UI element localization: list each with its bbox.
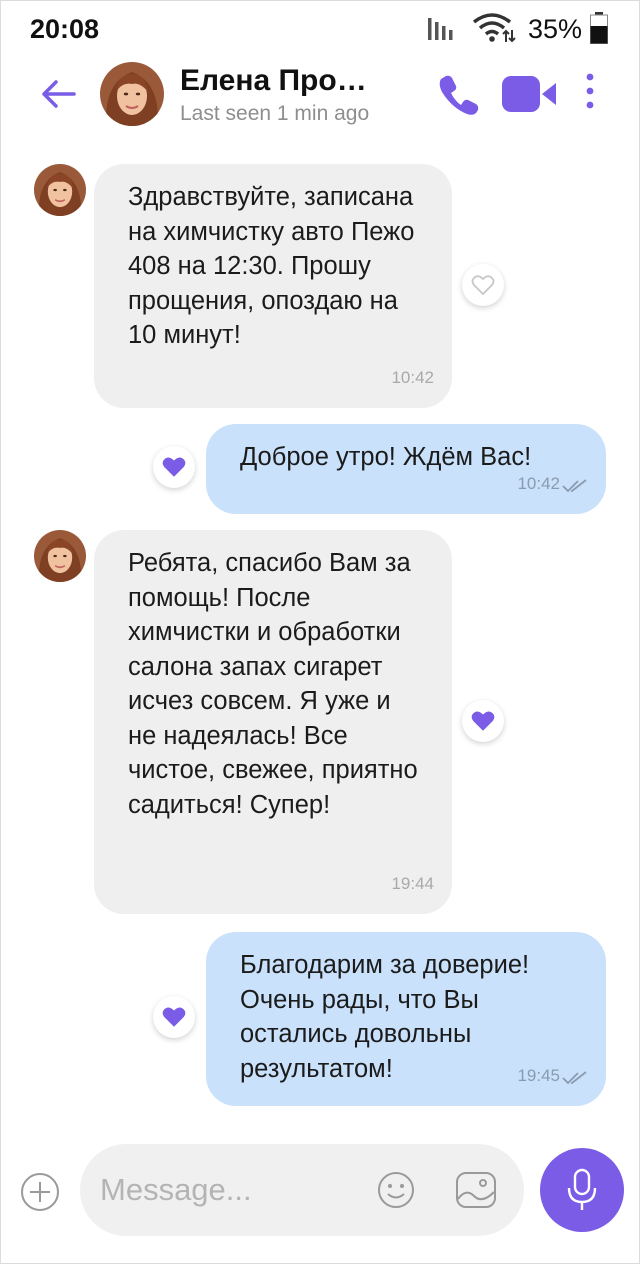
plus-circle-icon[interactable] <box>20 1172 60 1212</box>
like-button[interactable] <box>153 446 195 488</box>
status-bar: 20:08 35% <box>0 0 640 58</box>
status-time: 20:08 <box>30 14 100 44</box>
message-bubble-outgoing[interactable]: Доброе утро! Ждём Вас! 10:42 <box>206 424 606 514</box>
like-button[interactable] <box>462 264 504 306</box>
message-time: 10:42 <box>517 474 560 493</box>
heart-outline-icon <box>471 275 495 296</box>
phone-icon[interactable] <box>436 72 480 116</box>
microphone-button[interactable] <box>540 1148 624 1232</box>
message-time: 19:45 <box>517 1066 560 1085</box>
message-bubble-incoming[interactable]: Ребята, спасибо Вам за помощь! После хим… <box>94 530 452 914</box>
heart-icon <box>162 1007 186 1027</box>
like-button[interactable] <box>153 996 195 1038</box>
back-arrow-icon[interactable] <box>38 74 78 114</box>
wifi-icon <box>472 13 516 43</box>
message-time: 19:44 <box>391 874 434 893</box>
heart-icon <box>162 457 186 477</box>
image-icon[interactable] <box>454 1170 498 1210</box>
more-vertical-icon[interactable] <box>580 72 600 112</box>
sender-avatar[interactable] <box>34 530 86 582</box>
video-camera-icon[interactable] <box>500 74 558 114</box>
heart-icon <box>471 711 495 731</box>
message-bubble-incoming[interactable]: Здравствуйте, записана на химчистку авто… <box>94 164 452 408</box>
message-input[interactable] <box>100 1170 370 1210</box>
microphone-icon <box>567 1168 597 1210</box>
message-text: Доброе утро! Ждём Вас! <box>240 443 532 471</box>
signal-icon <box>428 18 453 40</box>
message-text: Ребята, спасибо Вам за помощь! После хим… <box>128 549 418 819</box>
like-button[interactable] <box>462 700 504 742</box>
message-text: Здравствуйте, записана на химчистку авто… <box>128 183 415 349</box>
message-bubble-outgoing[interactable]: Благодарим за доверие! Очень рады, что В… <box>206 932 606 1106</box>
sender-avatar[interactable] <box>34 164 86 216</box>
last-seen-status: Last seen 1 min ago <box>180 102 370 125</box>
battery-percent: 35% <box>528 14 583 44</box>
double-check-icon <box>562 479 587 493</box>
contact-name[interactable]: Елена Про… <box>180 64 390 98</box>
chat-header: Елена Про… Last seen 1 min ago <box>0 58 640 140</box>
contact-avatar[interactable] <box>100 62 164 126</box>
battery-icon <box>590 12 608 44</box>
smile-icon[interactable] <box>376 1170 416 1210</box>
message-composer <box>80 1144 524 1236</box>
double-check-icon <box>562 1071 587 1085</box>
message-time: 10:42 <box>391 368 434 387</box>
